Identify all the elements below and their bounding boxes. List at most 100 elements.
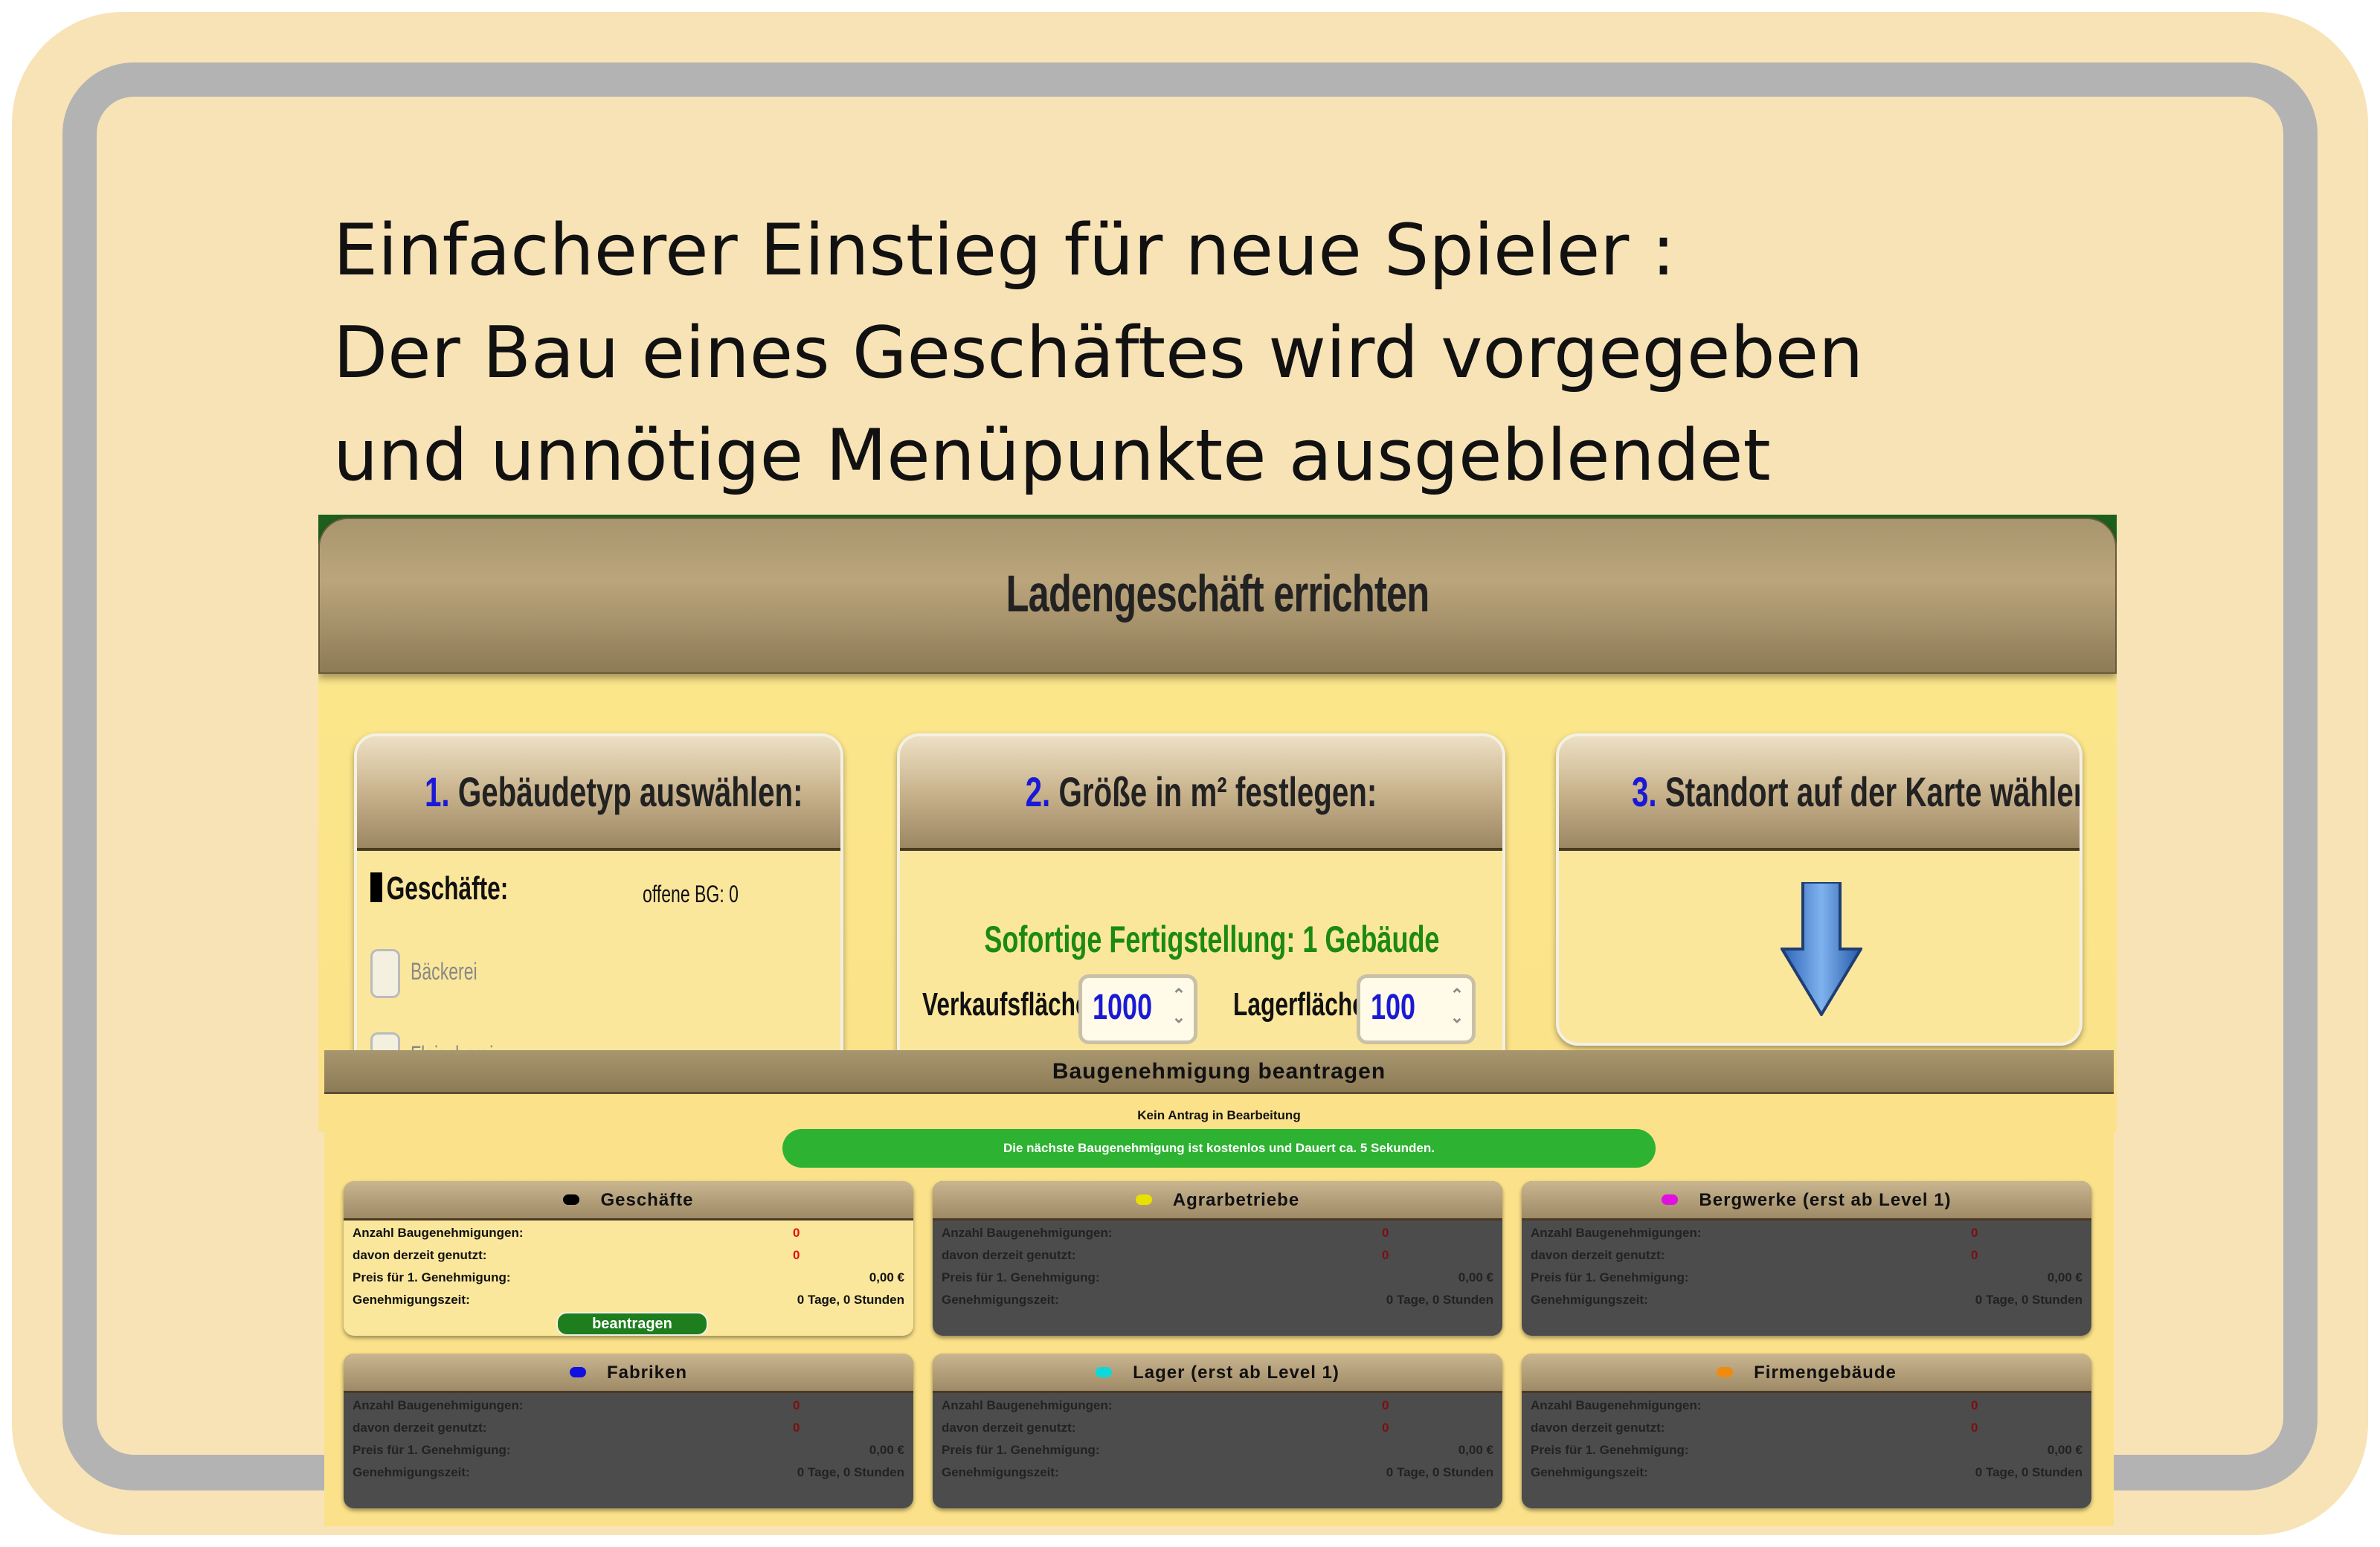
row-value: 0 Tage, 0 Stunden <box>797 1293 904 1307</box>
card-row-genutzt: davon derzeit genutzt: 0 <box>942 1245 1493 1267</box>
card-row-preis: Preis für 1. Genehmigung: 0,00 € <box>353 1440 904 1462</box>
card-title: Agrarbetriebe <box>1172 1190 1300 1210</box>
caption-line-1: Einfacherer Einstieg für neue Spieler : <box>333 210 1676 292</box>
row-label: Preis für 1. Genehmigung: <box>353 1270 511 1284</box>
category-marker <box>370 872 382 902</box>
row-label: Preis für 1. Genehmigung: <box>1531 1443 1689 1457</box>
option-label-baeckerei: Bäckerei <box>411 958 477 985</box>
row-value: 0 <box>1382 1421 1389 1435</box>
row-label: Anzahl Baugenehmigungen: <box>353 1398 524 1412</box>
stepper-icon[interactable]: ⌃ ⌄ <box>1448 984 1466 1029</box>
permit-card: Fabriken Anzahl Baugenehmigungen: 0 davon d… <box>344 1354 913 1508</box>
row-label: Preis für 1. Genehmigung: <box>1531 1270 1689 1284</box>
row-value: 0 <box>1382 1248 1389 1262</box>
row-value: 0 <box>793 1421 800 1435</box>
row-value: 0,00 € <box>2047 1443 2082 1457</box>
permit-card: Bergwerke (erst ab Level 1) Anzahl Baugen… <box>1522 1181 2091 1336</box>
card-row-genutzt: davon derzeit genutzt: 0 <box>942 1418 1493 1440</box>
row-label: davon derzeit genutzt: <box>942 1421 1076 1435</box>
card-row-zeit: Genehmigungszeit: 0 Tage, 0 Stunden <box>942 1290 1493 1312</box>
row-label: Preis für 1. Genehmigung: <box>353 1443 511 1457</box>
row-label: Anzahl Baugenehmigungen: <box>942 1226 1113 1240</box>
row-label: Anzahl Baugenehmigungen: <box>353 1226 524 1240</box>
card-row-anzahl: Anzahl Baugenehmigungen: 0 <box>942 1395 1493 1418</box>
card-row-anzahl: Anzahl Baugenehmigungen: 0 <box>353 1223 904 1245</box>
row-value: 0 <box>1971 1421 1978 1435</box>
category-dot-icon <box>569 1367 586 1377</box>
page-title: Ladengeschäft errichten <box>1006 565 1430 623</box>
row-label: davon derzeit genutzt: <box>942 1248 1076 1262</box>
completion-status: Sofortige Fertigstellung: 1 Gebäude <box>984 919 1440 960</box>
category-dot-icon <box>1717 1367 1734 1377</box>
row-value: 0 <box>1382 1226 1389 1240</box>
row-label: davon derzeit genutzt: <box>353 1421 487 1435</box>
row-value: 0 Tage, 0 Stunden <box>797 1465 904 1479</box>
row-value: 0 <box>793 1226 800 1240</box>
card-row-anzahl: Anzahl Baugenehmigungen: 0 <box>1531 1395 2082 1418</box>
card-row-preis: Preis für 1. Genehmigung: 0,00 € <box>942 1267 1493 1290</box>
step-number: 1. <box>425 768 450 815</box>
stepper-icon[interactable]: ⌃ ⌄ <box>1170 984 1188 1029</box>
row-label: Anzahl Baugenehmigungen: <box>1531 1398 1702 1412</box>
row-value: 0 <box>793 1248 800 1262</box>
row-value: 0 <box>1971 1398 1978 1412</box>
card-row-genutzt: davon derzeit genutzt: 0 <box>1531 1418 2082 1440</box>
row-value: 0 <box>1382 1398 1389 1412</box>
card-row-anzahl: Anzahl Baugenehmigungen: 0 <box>353 1395 904 1418</box>
row-value: 0,00 € <box>869 1443 904 1457</box>
row-label: Preis für 1. Genehmigung: <box>942 1270 1100 1284</box>
caption-line-3: und unnötige Menüpunkte ausgeblendet <box>333 415 1771 497</box>
permit-status: Kein Antrag in Bearbeitung <box>1137 1108 1301 1122</box>
card-row-anzahl: Anzahl Baugenehmigungen: 0 <box>942 1223 1493 1245</box>
card-row-anzahl: Anzahl Baugenehmigungen: 0 <box>1531 1223 2082 1245</box>
card-row-preis: Preis für 1. Genehmigung: 0,00 € <box>1531 1267 2082 1290</box>
row-value: 0 Tage, 0 Stunden <box>1975 1465 2082 1479</box>
permit-card: Geschäfte Anzahl Baugenehmigungen: 0 davon … <box>344 1181 913 1336</box>
row-label: Preis für 1. Genehmigung: <box>942 1443 1100 1457</box>
sales-area-input[interactable]: 1000 ⌃ ⌄ <box>1078 974 1197 1044</box>
row-label: Genehmigungszeit: <box>942 1465 1059 1479</box>
permit-card: Lager (erst ab Level 1) Anzahl Baugenehmi… <box>933 1354 1502 1508</box>
step-title: Standort auf der Karte wählen: <box>1665 768 2082 815</box>
permit-notice: Die nächste Baugenehmigung ist kostenlos… <box>782 1129 1656 1168</box>
row-label: davon derzeit genutzt: <box>1531 1421 1665 1435</box>
row-label: Genehmigungszeit: <box>353 1465 470 1479</box>
row-value: 0 Tage, 0 Stunden <box>1386 1293 1493 1307</box>
row-value: 0 <box>1971 1226 1978 1240</box>
card-row-genutzt: davon derzeit genutzt: 0 <box>353 1245 904 1267</box>
card-row-zeit: Genehmigungszeit: 0 Tage, 0 Stunden <box>1531 1290 2082 1312</box>
card-row-zeit: Genehmigungszeit: 0 Tage, 0 Stunden <box>353 1290 904 1312</box>
row-label: Anzahl Baugenehmigungen: <box>1531 1226 1702 1240</box>
category-dot-icon <box>1135 1194 1152 1205</box>
row-label: Anzahl Baugenehmigungen: <box>942 1398 1113 1412</box>
card-row-preis: Preis für 1. Genehmigung: 0,00 € <box>1531 1440 2082 1462</box>
category-dot-icon <box>1662 1194 1679 1205</box>
permit-card: Agrarbetriebe Anzahl Baugenehmigungen: 0 da… <box>933 1181 1502 1336</box>
option-checkbox-baeckerei[interactable] <box>370 949 400 998</box>
storage-area-input[interactable]: 100 ⌃ ⌄ <box>1357 974 1476 1044</box>
down-arrow-icon <box>1781 882 1862 1016</box>
step-title: Gebäudetyp auswählen: <box>457 768 803 815</box>
card-row-preis: Preis für 1. Genehmigung: 0,00 € <box>942 1440 1493 1462</box>
row-value: 0,00 € <box>1458 1443 1493 1457</box>
card-title: Firmengebäude <box>1754 1363 1897 1383</box>
card-row-genutzt: davon derzeit genutzt: 0 <box>353 1418 904 1440</box>
card-row-zeit: Genehmigungszeit: 0 Tage, 0 Stunden <box>353 1462 904 1485</box>
card-title: Fabriken <box>606 1363 688 1383</box>
step-title: Größe in m² festlegen: <box>1058 768 1377 815</box>
card-title: Lager (erst ab Level 1) <box>1133 1363 1339 1383</box>
row-label: Genehmigungszeit: <box>1531 1293 1648 1307</box>
apply-button[interactable]: beantragen <box>556 1312 708 1336</box>
card-row-genutzt: davon derzeit genutzt: 0 <box>1531 1245 2082 1267</box>
card-row-preis: Preis für 1. Genehmigung: 0,00 € <box>353 1267 904 1290</box>
row-value: 0 <box>1971 1248 1978 1262</box>
category-dot-icon <box>1096 1367 1113 1377</box>
card-title: Bergwerke (erst ab Level 1) <box>1699 1190 1952 1210</box>
row-label: davon derzeit genutzt: <box>353 1248 487 1262</box>
row-value: 0 Tage, 0 Stunden <box>1386 1465 1493 1479</box>
step-number: 3. <box>1632 768 1657 815</box>
step-number: 2. <box>1025 768 1051 815</box>
permit-title: Baugenehmigung beantragen <box>1052 1059 1386 1084</box>
storage-area-label: Lagerfläche: <box>1233 986 1374 1023</box>
step-location: 3. Standort auf der Karte wählen: <box>1556 733 2082 1046</box>
